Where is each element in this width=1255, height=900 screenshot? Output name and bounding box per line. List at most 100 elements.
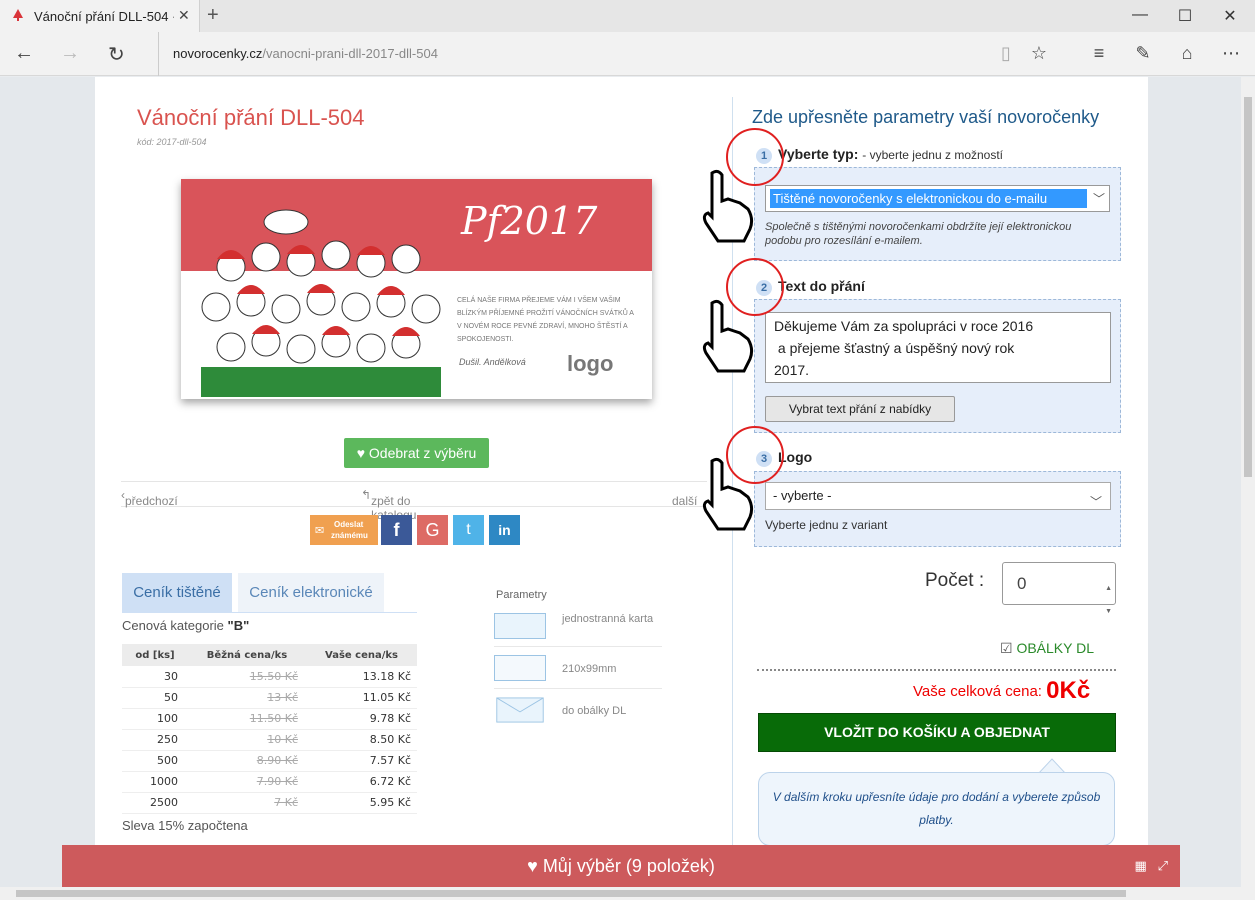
total-value: 0Kč (1046, 677, 1091, 704)
your-price-cell: 9.78 Kč (306, 708, 417, 730)
param-label: 210x99mm (562, 663, 617, 675)
tab-printed-pricing[interactable]: Ceník tištěné (122, 573, 232, 613)
heart-icon: ♥ (527, 856, 538, 876)
quantity-value: 0 (1017, 574, 1027, 593)
twitter-share-icon[interactable]: t (453, 515, 484, 545)
logo-select[interactable]: - vyberte - ﹀ (765, 482, 1111, 510)
regular-price-cell: 13 Kč (188, 687, 306, 709)
price-category-label: Cenová kategorie (122, 618, 224, 633)
regular-price-cell: 10 Kč (188, 729, 306, 751)
selection-bar-controls: ▦ ⤢ (1134, 845, 1168, 887)
scroll-thumb[interactable] (1244, 97, 1252, 477)
next-step-info: V dalším kroku upřesníte údaje pro dodán… (758, 772, 1115, 846)
card-type-icon (494, 613, 546, 639)
remove-from-selection-button[interactable]: ♥ Odebrat z výběru (344, 438, 489, 468)
pointing-hand-icon (702, 169, 754, 243)
param-label: jednostranná karta (562, 613, 654, 625)
send-to-friend-button[interactable]: ✉ Odeslat známému (310, 515, 378, 545)
back-icon[interactable]: ← (14, 42, 34, 65)
param-envelope: do obálky DL (494, 691, 662, 731)
step1-hint: - vyberte jednu z možností (862, 148, 1004, 162)
page-content: Vánoční přání DLL-504 kód: 2017-dll-504 (95, 77, 1148, 887)
my-selection-bar[interactable]: ♥ Můj výběr (9 položek) ▦ ⤢ (62, 845, 1180, 887)
step1-title: 1 Vyberte typ: - vyberte jednu z možností (756, 146, 1003, 164)
table-row: 50 13 Kč 11.05 Kč (122, 687, 417, 709)
back-to-catalog-link[interactable]: ↰ zpět do katalogu (361, 488, 416, 522)
params-title: Parametry (496, 589, 547, 601)
step1-note: Společně s tištěnými novoročenkami obdrž… (765, 221, 1072, 247)
envelope-icon (496, 697, 544, 723)
card-greeting-text: Celá naše firma přejeme Vám i všem Vašim… (457, 297, 634, 343)
mail-icon: ✉ (315, 525, 325, 537)
grid-icon[interactable]: ▦ (1134, 858, 1146, 873)
google-share-icon[interactable]: G (417, 515, 448, 545)
reading-view-icon[interactable]: ▯ (995, 43, 1017, 64)
your-price-cell: 5.95 Kč (306, 792, 417, 814)
qty-cell: 30 (122, 666, 188, 688)
discount-note: Sleva 15% započtena (122, 818, 248, 833)
total-price: Vaše celková cena: 0Kč (913, 677, 1090, 705)
table-row: 500 8.90 Kč 7.57 Kč (122, 750, 417, 772)
tab-electronic-pricing[interactable]: Ceník elektronické (238, 573, 384, 613)
vertical-scrollbar[interactable] (1241, 77, 1255, 887)
hub-icon[interactable]: ≡ (1088, 43, 1110, 64)
address-bar: ← → ↻ novorocenky.cz/vanocni-prani-dll-2… (0, 32, 1255, 76)
pointing-hand-icon (702, 299, 754, 373)
param-size: 210x99mm (494, 649, 662, 689)
scroll-thumb[interactable] (16, 890, 1126, 897)
add-to-cart-button[interactable]: VLOŽIT DO KOŠÍKU A OBJEDNAT (758, 713, 1116, 752)
tab-bar: Vánoční přání DLL-504 · ✕ + — ☐ ✕ (0, 0, 1255, 32)
url-host: novorocenky.cz (173, 46, 263, 61)
favorite-star-icon[interactable]: ☆ (1028, 43, 1050, 64)
share-icon[interactable]: ⌂ (1176, 43, 1198, 64)
regular-price-cell: 7 Kč (188, 792, 306, 814)
regular-price-cell: 7.90 Kč (188, 771, 306, 793)
param-single-sided: jednostranná karta (494, 607, 662, 647)
url-path: /vanocni-prani-dll-2017-dll-504 (262, 46, 438, 61)
card-headline: Pf2017 (461, 199, 598, 243)
greeting-textarea[interactable]: Děkujeme Vám za spolupráci v roce 2016 a… (765, 312, 1111, 383)
url-field[interactable]: novorocenky.cz/vanocni-prani-dll-2017-dl… (158, 32, 438, 76)
price-category-value: "B" (227, 618, 250, 633)
facebook-share-icon[interactable]: f (381, 515, 412, 545)
tree-favicon-icon (13, 9, 23, 21)
minimize-icon[interactable]: — (1130, 6, 1150, 24)
table-row: 1000 7.90 Kč 6.72 Kč (122, 771, 417, 793)
new-tab-icon[interactable]: + (207, 4, 219, 27)
prev-link[interactable]: ‹ předchozí (121, 488, 178, 508)
more-icon[interactable]: ⋯ (1220, 43, 1242, 64)
qty-cell: 1000 (122, 771, 188, 793)
step3-box: - vyberte - ﹀ Vyberte jednu z variant (754, 471, 1121, 547)
envelopes-label: OBÁLKY DL (1016, 640, 1095, 656)
forward-icon[interactable]: → (60, 42, 80, 65)
checkbox-icon[interactable]: ☑ (1000, 640, 1013, 656)
card-type-select[interactable]: Tištěné novoročenky s elektronickou do e… (765, 185, 1110, 212)
envelopes-option[interactable]: ☑ OBÁLKY DL (1000, 640, 1094, 657)
qty-cell: 250 (122, 729, 188, 751)
expand-icon[interactable]: ⤢ (1158, 858, 1168, 873)
price-table: od [ks] Běžná cena/ks Vaše cena/ks 30 15.… (122, 644, 417, 814)
tab-close-icon[interactable]: ✕ (178, 7, 190, 24)
web-note-icon[interactable]: ✎ (1132, 43, 1154, 64)
col-qty: od [ks] (122, 644, 188, 666)
product-title: Vánoční přání DLL-504 (137, 105, 365, 130)
pointing-hand-icon (702, 457, 754, 531)
close-window-icon[interactable]: ✕ (1220, 6, 1240, 26)
page-viewport: Vánoční přání DLL-504 kód: 2017-dll-504 (0, 77, 1241, 887)
linkedin-share-icon[interactable]: in (489, 515, 520, 545)
spin-down-icon[interactable]: ▼ (1105, 591, 1112, 632)
quantity-stepper[interactable]: 0 ▲ ▼ (1002, 562, 1116, 615)
choose-text-button[interactable]: Vybrat text přání z nabídky (765, 396, 955, 422)
refresh-icon[interactable]: ↻ (108, 42, 125, 67)
tab-title: Vánoční přání DLL-504 · (34, 9, 174, 24)
horizontal-scrollbar[interactable] (0, 887, 1255, 900)
step2-label: Text do přání (778, 278, 865, 294)
send-label-1: Odeslat (334, 520, 364, 529)
selection-label: Můj výběr (9 položek) (542, 856, 715, 876)
col-yours: Vaše cena/ks (306, 644, 417, 666)
heart-icon: ♥ (356, 445, 366, 461)
browser-tab[interactable]: Vánoční přání DLL-504 · ✕ (0, 0, 200, 32)
maximize-icon[interactable]: ☐ (1175, 6, 1195, 26)
qty-cell: 100 (122, 708, 188, 730)
tab-underline (122, 612, 417, 613)
